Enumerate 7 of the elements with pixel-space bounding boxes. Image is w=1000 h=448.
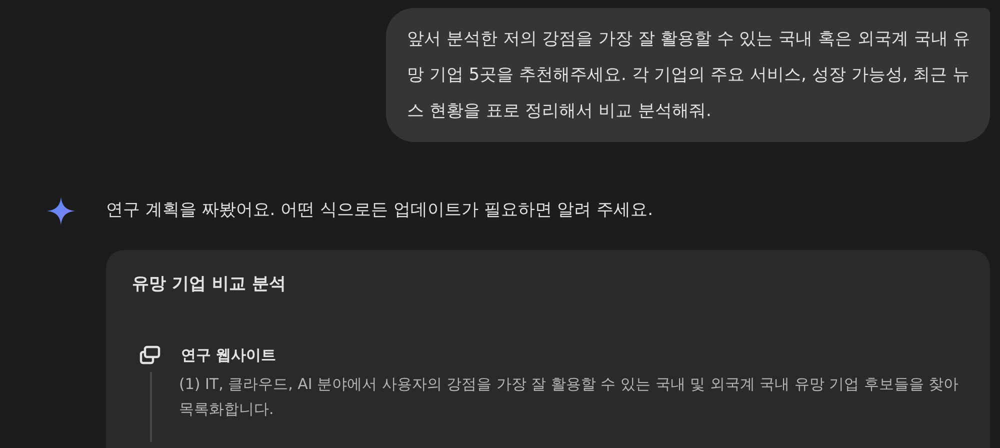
step-description: (1) IT, 클라우드, AI 분야에서 사용자의 강점을 가장 잘 활용할 수 있는 국내 및 외국계 국내 유망 기업 후보들을 찾아 목록화합니다. xyxy=(178,374,960,420)
assistant-message: 연구 계획을 짜봤어요. 어떤 식으로든 업데이트가 필요하면 알려 주세요. xyxy=(106,199,654,222)
windows-icon xyxy=(139,344,161,365)
sparkle-icon xyxy=(46,196,76,226)
step-label: 연구 웹사이트 xyxy=(181,344,276,366)
user-message: 앞서 분석한 저의 강점을 가장 잘 활용할 수 있는 국내 혹은 외국계 국내 유망 기업 5곳을 추천해주세요. 각 기업의 주요 서비스, 성장 가능성, 최근 뉴스 현황을 표로 정리해서 비교 분석해줘. xyxy=(407,28,972,123)
plan-title: 유망 기업 비교 분석 xyxy=(132,273,287,296)
